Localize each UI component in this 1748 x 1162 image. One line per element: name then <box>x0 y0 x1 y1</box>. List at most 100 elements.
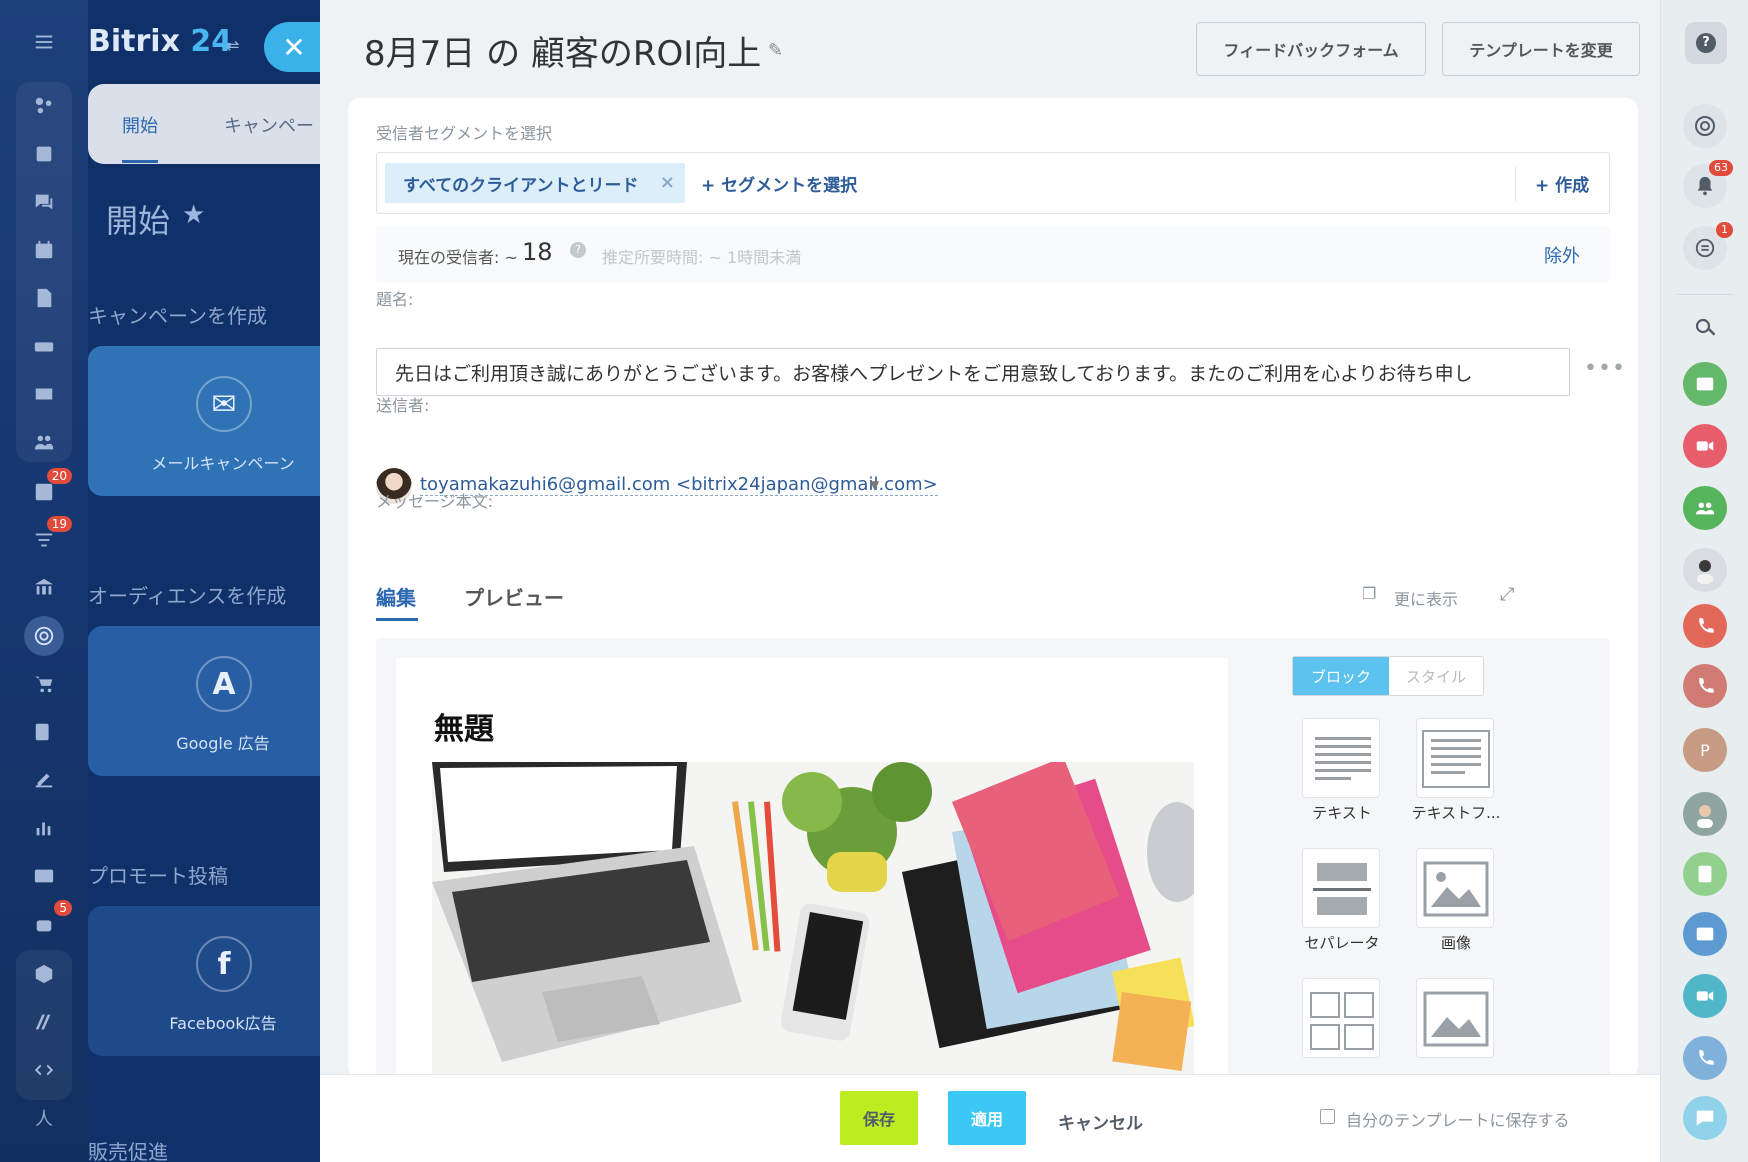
shop-cart-icon[interactable] <box>24 664 64 704</box>
chat-icon[interactable] <box>24 182 64 222</box>
block-separator[interactable] <box>1302 848 1380 928</box>
email-canvas[interactable]: 無題 <box>396 658 1228 1078</box>
recipients-info: 現在の受信者: ~ 18 ? 推定所要時間: ~ 1時間未満 除外 <box>376 226 1610 282</box>
block-text-frame[interactable] <box>1416 718 1494 798</box>
tab-preview[interactable]: プレビュー <box>464 582 564 611</box>
close-slider-button[interactable]: ✕ <box>264 22 320 72</box>
block-image-grid[interactable] <box>1302 978 1380 1058</box>
open-channel-chat-icon[interactable] <box>1683 1096 1727 1140</box>
card-google-ads[interactable]: A Google 広告 <box>88 626 320 776</box>
edit-title-icon[interactable]: ✎ <box>768 40 783 61</box>
desk-photo <box>432 762 1194 1078</box>
filter-icon[interactable]: 19 <box>24 516 72 560</box>
code-icon[interactable] <box>24 1050 64 1090</box>
id-card-icon[interactable] <box>24 856 64 896</box>
chat-list-icon[interactable]: 1 <box>1683 222 1733 270</box>
people-label[interactable]: 人 <box>24 1098 64 1138</box>
save-template-checkbox[interactable] <box>1320 1109 1335 1124</box>
apply-button[interactable]: 適用 <box>948 1091 1026 1145</box>
drive-icon[interactable] <box>24 326 64 366</box>
block-text-label: テキスト <box>1312 804 1372 822</box>
expand-icon[interactable]: ⤢ <box>1500 584 1514 605</box>
tasks-badge: 20 <box>46 468 72 484</box>
group-chat-icon[interactable] <box>1683 486 1727 530</box>
separator-block-icon <box>1313 863 1371 915</box>
change-template-button[interactable]: テンプレートを変更 <box>1442 22 1640 76</box>
bx-tabbar: 開始 キャンペー <box>88 84 320 164</box>
site-builder-icon[interactable] <box>24 1002 64 1042</box>
chevron-down-icon[interactable]: ▼ <box>870 478 879 492</box>
star-icon[interactable]: ★ <box>182 200 205 230</box>
phone-call-icon[interactable] <box>1683 604 1727 648</box>
analytics-icon[interactable] <box>24 808 64 848</box>
segment-chip[interactable]: すべてのクライアントとリード × <box>385 163 685 203</box>
contacts-icon[interactable] <box>24 422 64 462</box>
email-title[interactable]: 無題 <box>434 704 494 748</box>
blocks-styles-switch: ブロック スタイル <box>1292 656 1484 696</box>
tab-edit[interactable]: 編集 <box>376 582 416 611</box>
bitrix-logo[interactable]: Bitrix 24 <box>88 24 232 59</box>
block-text[interactable] <box>1302 718 1380 798</box>
email-icon: ✉ <box>196 376 252 432</box>
logo-settings-icon[interactable]: ⇌ <box>226 36 239 55</box>
exclude-link[interactable]: 除外 <box>1544 242 1580 268</box>
tab-blocks[interactable]: ブロック <box>1293 657 1389 695</box>
card-email-campaign[interactable]: ✉ メールキャンペーン <box>88 346 320 496</box>
email-editor: 無題 ブロック スタイル テキスト テキストフ... セパレータ 画像 <box>376 638 1610 1078</box>
bank-icon[interactable] <box>24 568 64 608</box>
feed-icon[interactable] <box>24 86 64 126</box>
more-options-icon[interactable]: ••• <box>1584 356 1626 381</box>
block-image-text[interactable] <box>1416 978 1494 1058</box>
contact-card-icon[interactable] <box>1683 912 1727 956</box>
recipients-count: 18 <box>522 238 553 266</box>
block-text-frame-label: テキストフ... <box>1411 804 1501 822</box>
activity-icon[interactable] <box>1683 104 1727 148</box>
mail-icon[interactable] <box>24 374 64 414</box>
tab-edit-underline <box>376 618 418 621</box>
copy-icon[interactable]: ❐ <box>1362 584 1376 603</box>
save-template-label[interactable]: 自分のテンプレートに保存する <box>1346 1107 1570 1131</box>
video-call-icon[interactable] <box>1683 424 1727 468</box>
document-icon[interactable] <box>24 278 64 318</box>
divider <box>1515 167 1516 201</box>
calendar-icon[interactable] <box>24 230 64 270</box>
user-avatar-p[interactable]: P <box>1683 728 1727 772</box>
signature-icon[interactable] <box>24 760 64 800</box>
subject-label: 題名: <box>376 290 414 309</box>
block-image[interactable] <box>1416 848 1494 928</box>
tab-start[interactable]: 開始 <box>122 112 158 138</box>
tab-styles[interactable]: スタイル <box>1389 657 1483 695</box>
show-more-link[interactable]: 更に表示 <box>1394 586 1458 610</box>
subject-input[interactable]: 先日はご利用頂き誠にありがとうございます。お客様へプレゼントをご用意致しておりま… <box>376 348 1570 396</box>
select-segment-link[interactable]: + セグメントを選択 <box>701 171 857 196</box>
robot-icon[interactable]: 5 <box>24 900 72 944</box>
edit-list-icon[interactable] <box>24 712 64 752</box>
image-grid-block-icon <box>1310 992 1374 1050</box>
menu-icon[interactable] <box>24 22 64 62</box>
help-button[interactable]: ? <box>1685 22 1727 64</box>
tasks-icon[interactable]: 20 <box>24 468 72 512</box>
user-avatar[interactable] <box>1683 548 1727 592</box>
box-icon[interactable] <box>24 954 64 994</box>
sender-selector[interactable]: toyamakazuhi6@gmail.com <bitrix24japan@g… <box>420 474 938 496</box>
email-hero-image[interactable] <box>432 762 1194 1078</box>
feedback-form-button[interactable]: フィードバックフォーム <box>1196 22 1426 76</box>
phone-call-icon[interactable] <box>1683 1036 1727 1080</box>
help-icon[interactable]: ? <box>570 242 586 258</box>
card-facebook-ads[interactable]: f Facebook広告 <box>88 906 320 1056</box>
left-nav-rail: 20 19 5 人 <box>0 0 88 1162</box>
video-call-icon[interactable] <box>1683 974 1727 1018</box>
contact-card-icon[interactable] <box>1683 362 1727 406</box>
document-chat-icon[interactable] <box>1683 852 1727 896</box>
create-segment-link[interactable]: + 作成 <box>1535 171 1589 196</box>
remove-segment-icon[interactable]: × <box>660 172 675 193</box>
save-button[interactable]: 保存 <box>840 1091 918 1145</box>
search-icon[interactable] <box>1683 306 1727 350</box>
cancel-button[interactable]: キャンセル <box>1058 1109 1143 1134</box>
user-avatar[interactable] <box>1683 792 1727 836</box>
tasks-list-icon[interactable] <box>24 134 64 174</box>
marketing-target-icon[interactable] <box>24 616 64 656</box>
bell-icon[interactable]: 63 <box>1683 160 1733 208</box>
tab-campaigns[interactable]: キャンペー <box>224 112 314 138</box>
phone-call-icon[interactable] <box>1683 664 1727 708</box>
